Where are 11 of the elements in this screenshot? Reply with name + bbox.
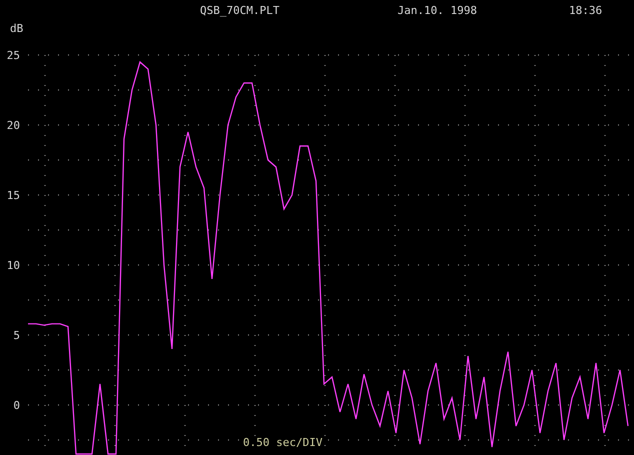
- file-name: QSB_70CM.PLT: [200, 4, 280, 16]
- y-axis-label: dB: [10, 22, 24, 35]
- time-text: 18:36: [568, 4, 602, 16]
- y-tick-label: 0: [13, 399, 20, 412]
- date-text: Jan.10. 1998: [397, 4, 477, 16]
- x-axis-label: 0.50 sec/DIV: [243, 436, 322, 449]
- y-tick-label: 5: [13, 329, 20, 342]
- y-tick-label: 20: [6, 119, 20, 132]
- y-tick-label: 15: [6, 189, 20, 202]
- y-tick-label: 25: [6, 49, 20, 62]
- y-tick-label: 10: [6, 259, 20, 272]
